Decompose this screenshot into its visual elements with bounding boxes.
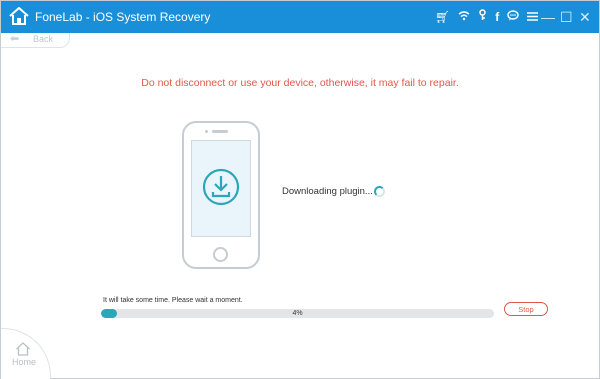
loading-spinner-icon [374, 186, 385, 197]
app-title: FoneLab - iOS System Recovery [35, 10, 211, 24]
home-button[interactable]: Home [1, 328, 51, 379]
maximize-button[interactable]: ☐ [560, 7, 573, 27]
warning-message: Do not disconnect or use your device, ot… [141, 77, 459, 89]
app-window: FoneLab - iOS System Recovery 🛒︎ f — ☐ ✕… [0, 0, 600, 379]
wifi-icon[interactable] [458, 7, 470, 27]
home-icon [16, 342, 30, 356]
toolbar-icons: 🛒︎ f [435, 7, 539, 27]
phone-camera [205, 130, 208, 133]
status-text: Downloading plugin... [282, 186, 373, 197]
cart-icon[interactable]: 🛒︎ [435, 7, 450, 27]
back-label: Back [33, 34, 54, 44]
phone-screen [191, 140, 251, 237]
house-icon [9, 7, 29, 25]
back-button[interactable]: ⬅︎ Back [1, 33, 70, 48]
phone-speaker [212, 130, 228, 133]
title-bar: FoneLab - iOS System Recovery 🛒︎ f — ☐ ✕ [1, 1, 599, 33]
menu-icon[interactable] [527, 7, 539, 27]
close-button[interactable]: ✕ [579, 7, 591, 27]
back-arrow-icon: ⬅︎ [10, 33, 20, 45]
key-icon[interactable] [478, 7, 487, 27]
chat-icon[interactable] [507, 7, 519, 27]
stop-button[interactable]: Stop [504, 302, 548, 316]
progress-label: 4% [292, 310, 303, 317]
phone-illustration [182, 121, 260, 269]
home-label: Home [12, 357, 37, 367]
facebook-icon[interactable]: f [495, 7, 499, 27]
download-icon [202, 168, 240, 206]
minimize-button[interactable]: — [541, 7, 555, 27]
wait-hint: It will take some time. Please wait a mo… [103, 297, 243, 304]
phone-home-button [213, 247, 228, 262]
progress-bar: 4% [101, 309, 494, 318]
